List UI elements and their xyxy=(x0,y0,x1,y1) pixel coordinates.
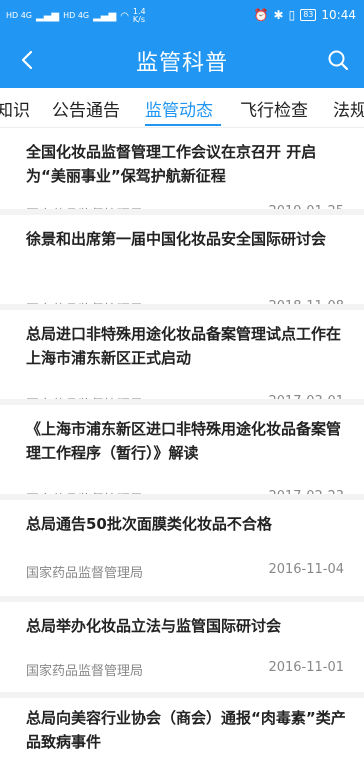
active-tab-indicator xyxy=(145,124,221,126)
article-date: 2017-02-23 xyxy=(268,489,344,500)
signal-icon-2: ▂▄▆ xyxy=(93,10,117,22)
status-bar-left: HD 4G ▂▄▆ HD 4G ▂▄▆ ◠ 1.4 K/s xyxy=(6,8,146,24)
net-speed-unit: K/s xyxy=(132,15,146,24)
article-title: 全国化妆品监督管理工作会议在京召开 开启为“美丽事业”保驾护航新征程 xyxy=(26,143,317,185)
tab-knowledge[interactable]: 知识 xyxy=(0,96,30,121)
article-title: 徐景和出席第一届中国化妆品安全国际研讨会 xyxy=(26,230,327,248)
article-date: 2016-11-01 xyxy=(268,660,344,675)
battery-indicator: 83 xyxy=(300,9,317,21)
article-title: 总局向美容行业协会（商会）通报“肉毒素”类产品致病事件 xyxy=(26,709,346,751)
vibrate-icon: ▯ xyxy=(288,8,296,22)
search-icon[interactable] xyxy=(324,46,352,74)
article-date: 2019-01-25 xyxy=(268,204,344,215)
article-title: 总局通告50批次面膜类化妆品不合格 xyxy=(26,515,272,533)
article-source: 国家药品监督管理局 xyxy=(26,394,143,399)
list-item[interactable]: 全国化妆品监督管理工作会议在京召开 开启为“美丽事业”保驾护航新征程 国家药品监… xyxy=(0,128,364,215)
article-title: 总局进口非特殊用途化妆品备案管理试点工作在上海市浦东新区正式启动 xyxy=(26,325,342,367)
article-source: 国家药品监督管理局 xyxy=(26,204,143,209)
article-date: 2018-11-08 xyxy=(268,299,344,310)
app-header: 监管科普 xyxy=(0,32,364,88)
article-title: 《上海市浦东新区进口非特殊用途化妆品备案管理工作程序（暂行）》解读 xyxy=(26,420,342,462)
status-bar-right: ⏰ ✱ ▯ 83 10:44 xyxy=(254,8,356,22)
net-speed: 1.4 K/s xyxy=(133,8,146,24)
article-source: 国家药品监督管理局 xyxy=(26,489,143,494)
network-indicator-2: HD 4G xyxy=(63,11,90,20)
list-item[interactable]: 总局向美容行业协会（商会）通报“肉毒素”类产品致病事件 xyxy=(0,698,364,768)
list-item[interactable]: 徐景和出席第一届中国化妆品安全国际研讨会 国家药品监督管理局 2018-11-0… xyxy=(0,215,364,310)
list-item[interactable]: 总局进口非特殊用途化妆品备案管理试点工作在上海市浦东新区正式启动 国家药品监督管… xyxy=(0,310,364,405)
tab-regulations[interactable]: 法规 xyxy=(333,96,364,121)
article-title: 总局举办化妆品立法与监管国际研讨会 xyxy=(26,617,282,635)
article-date: 2017-03-01 xyxy=(268,394,344,405)
category-tabs: 知识 公告通告 监管动态 飞行检查 法规 xyxy=(0,88,364,128)
article-source: 国家药品监督管理局 xyxy=(26,299,143,304)
list-item[interactable]: 《上海市浦东新区进口非特殊用途化妆品备案管理工作程序（暂行）》解读 国家药品监督… xyxy=(0,405,364,500)
article-source: 国家药品监督管理局 xyxy=(26,566,144,581)
clock: 10:44 xyxy=(321,8,356,22)
alarm-icon: ⏰ xyxy=(253,8,269,22)
wifi-icon: ◠ xyxy=(120,10,129,22)
article-list: 全国化妆品监督管理工作会议在京召开 开启为“美丽事业”保驾护航新征程 国家药品监… xyxy=(0,128,364,768)
network-indicator-1: HD 4G xyxy=(6,11,33,20)
tab-flight-inspection[interactable]: 飞行检查 xyxy=(240,96,308,121)
status-bar: HD 4G ▂▄▆ HD 4G ▂▄▆ ◠ 1.4 K/s ⏰ ✱ ▯ 83 1… xyxy=(0,0,364,32)
tab-regulatory-news[interactable]: 监管动态 xyxy=(145,96,213,121)
list-item[interactable]: 总局举办化妆品立法与监管国际研讨会 国家药品监督管理局 2016-11-01 xyxy=(0,602,364,698)
article-date: 2016-11-04 xyxy=(268,562,344,577)
page-title: 监管科普 xyxy=(135,51,228,76)
article-source: 国家药品监督管理局 xyxy=(26,664,144,679)
bluetooth-icon: ✱ xyxy=(273,8,284,22)
signal-icon: ▂▄▆ xyxy=(36,10,60,22)
tab-announcements[interactable]: 公告通告 xyxy=(52,96,120,121)
list-item[interactable]: 总局通告50批次面膜类化妆品不合格 国家药品监督管理局 2016-11-04 xyxy=(0,500,364,602)
